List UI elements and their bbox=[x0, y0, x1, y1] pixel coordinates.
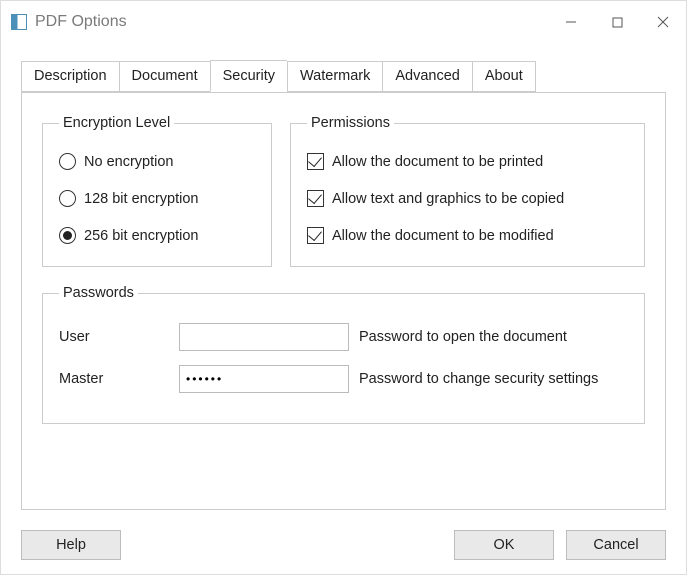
tab-description[interactable]: Description bbox=[21, 61, 119, 92]
user-password-row: User Password to open the document bbox=[59, 323, 628, 351]
master-password-desc: Password to change security settings bbox=[359, 371, 628, 387]
app-icon bbox=[11, 14, 27, 30]
radio-icon bbox=[59, 227, 76, 244]
check-allow-modify[interactable]: Allow the document to be modified bbox=[307, 227, 628, 244]
radio-icon bbox=[59, 190, 76, 207]
permissions-group: Permissions Allow the document to be pri… bbox=[290, 115, 645, 267]
checkbox-label: Allow text and graphics to be copied bbox=[332, 191, 564, 207]
window-controls bbox=[548, 1, 686, 43]
help-button[interactable]: Help bbox=[21, 530, 121, 560]
title-bar: PDF Options bbox=[1, 1, 686, 43]
minimize-button[interactable] bbox=[548, 1, 594, 43]
master-password-input[interactable] bbox=[179, 365, 349, 393]
checkbox-label: Allow the document to be printed bbox=[332, 154, 543, 170]
checkbox-icon bbox=[307, 227, 324, 244]
tab-watermark[interactable]: Watermark bbox=[287, 61, 382, 92]
encryption-legend: Encryption Level bbox=[59, 115, 174, 131]
user-password-input[interactable] bbox=[179, 323, 349, 351]
cancel-button[interactable]: Cancel bbox=[566, 530, 666, 560]
encryption-group: Encryption Level No encryption 128 bit e… bbox=[42, 115, 272, 267]
maximize-button[interactable] bbox=[594, 1, 640, 43]
master-password-label: Master bbox=[59, 371, 179, 387]
radio-no-encryption[interactable]: No encryption bbox=[59, 153, 255, 170]
check-allow-print[interactable]: Allow the document to be printed bbox=[307, 153, 628, 170]
user-password-desc: Password to open the document bbox=[359, 329, 628, 345]
checkbox-label: Allow the document to be modified bbox=[332, 228, 554, 244]
radio-label: 128 bit encryption bbox=[84, 191, 198, 207]
tab-about[interactable]: About bbox=[472, 61, 536, 92]
tab-document[interactable]: Document bbox=[119, 61, 210, 92]
radio-label: 256 bit encryption bbox=[84, 228, 198, 244]
passwords-legend: Passwords bbox=[59, 285, 138, 301]
checkbox-icon bbox=[307, 153, 324, 170]
tab-security[interactable]: Security bbox=[210, 60, 287, 92]
passwords-group: Passwords User Password to open the docu… bbox=[42, 285, 645, 424]
dialog-footer: Help OK Cancel bbox=[21, 530, 666, 560]
permissions-legend: Permissions bbox=[307, 115, 394, 131]
security-tab-body: Encryption Level No encryption 128 bit e… bbox=[21, 92, 666, 510]
user-password-label: User bbox=[59, 329, 179, 345]
dialog-content: Description Document Security Watermark … bbox=[1, 43, 686, 574]
radio-icon bbox=[59, 153, 76, 170]
tab-strip: Description Document Security Watermark … bbox=[21, 61, 666, 92]
tab-advanced[interactable]: Advanced bbox=[382, 61, 472, 92]
ok-button[interactable]: OK bbox=[454, 530, 554, 560]
radio-256-bit[interactable]: 256 bit encryption bbox=[59, 227, 255, 244]
checkbox-icon bbox=[307, 190, 324, 207]
master-password-row: Master Password to change security setti… bbox=[59, 365, 628, 393]
radio-128-bit[interactable]: 128 bit encryption bbox=[59, 190, 255, 207]
window-title: PDF Options bbox=[35, 13, 548, 31]
radio-label: No encryption bbox=[84, 154, 173, 170]
check-allow-copy[interactable]: Allow text and graphics to be copied bbox=[307, 190, 628, 207]
close-button[interactable] bbox=[640, 1, 686, 43]
